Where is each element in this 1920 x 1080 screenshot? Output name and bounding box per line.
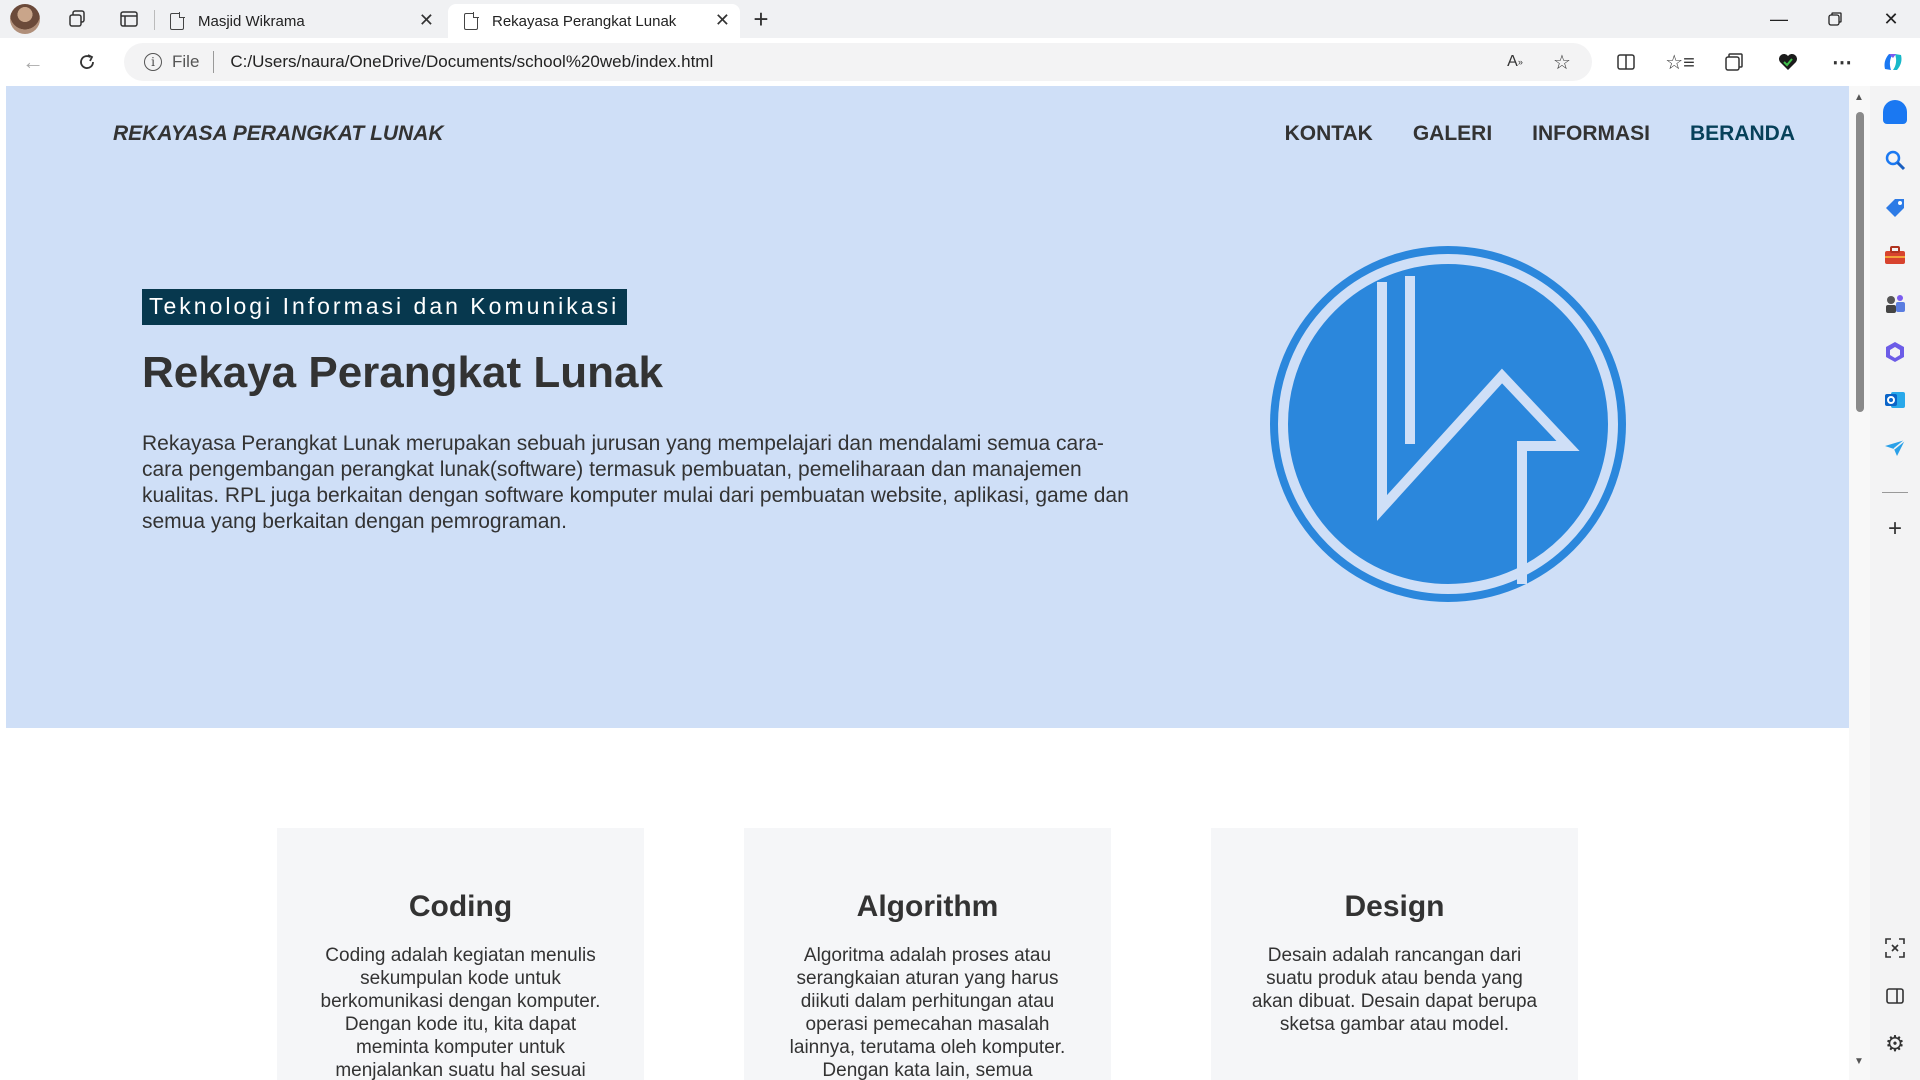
card-title: Algorithm <box>856 890 999 923</box>
site-brand[interactable]: REKAYASA PERANGKAT LUNAK <box>113 122 444 146</box>
add-icon[interactable]: + <box>1883 517 1907 542</box>
hero-tag: Teknologi Informasi dan Komunikasi <box>142 289 628 325</box>
games-icon[interactable] <box>1883 292 1907 316</box>
tab-rekayasa-perangkat-lunak[interactable]: Rekayasa Perangkat Lunak ✕ <box>448 4 740 38</box>
browser-essentials-icon[interactable] <box>1771 46 1805 78</box>
refresh-icon[interactable] <box>70 46 104 78</box>
card-coding: Coding Coding adalah kegiatan menulis se… <box>277 828 644 1080</box>
card-design: Design Desain adalah rancangan dari suat… <box>1211 828 1578 1080</box>
scroll-thumb[interactable] <box>1856 112 1864 412</box>
nav-link-beranda[interactable]: BERANDA <box>1690 122 1795 146</box>
favorite-star-icon[interactable]: ☆ <box>1545 46 1579 78</box>
rpl-logo-icon <box>1270 246 1626 602</box>
search-icon[interactable] <box>1883 148 1907 172</box>
more-icon[interactable]: ⋯ <box>1825 46 1859 78</box>
workspaces-icon[interactable] <box>58 0 96 38</box>
scroll-down-icon[interactable]: ▼ <box>1854 1056 1864 1067</box>
back-arrow-icon[interactable]: ← <box>16 46 50 78</box>
card-algorithm: Algorithm Algoritma adalah proses atau s… <box>744 828 1111 1080</box>
browser-toolbar: ← i File C:/Users/naura/OneDrive/Documen… <box>0 38 1920 86</box>
split-screen-icon[interactable] <box>1609 46 1643 78</box>
hero-section: REKAYASA PERANGKAT LUNAK KONTAK GALERI I… <box>6 86 1849 728</box>
address-bar[interactable]: i File C:/Users/naura/OneDrive/Documents… <box>124 43 1592 81</box>
tab-masjid-wikrama[interactable]: Masjid Wikrama ✕ <box>154 4 444 38</box>
read-aloud-icon[interactable]: A» <box>1498 46 1532 78</box>
minimize-icon[interactable]: — <box>1752 0 1806 38</box>
close-tab-icon[interactable]: ✕ <box>715 10 730 31</box>
tab-title: Masjid Wikrama <box>198 12 305 30</box>
tab-title: Rekayasa Perangkat Lunak <box>492 12 677 30</box>
url-text[interactable]: C:/Users/naura/OneDrive/Documents/school… <box>230 52 713 72</box>
drop-send-icon[interactable] <box>1883 436 1907 460</box>
card-text: Coding adalah kegiatan menulis sekumpula… <box>320 945 601 1080</box>
edge-sidebar: + ⚙ <box>1870 86 1920 1080</box>
page-scrollbar[interactable]: ▲ ▼ <box>1849 86 1870 1080</box>
sidebar-toggle-icon[interactable] <box>1883 984 1907 1008</box>
notifications-bell-icon[interactable] <box>1883 100 1907 124</box>
favorites-icon[interactable]: ☆≡ <box>1663 46 1697 78</box>
page-icon <box>170 11 185 30</box>
hero-title: Rekaya Perangkat Lunak <box>142 348 663 397</box>
close-window-icon[interactable]: ✕ <box>1864 0 1918 38</box>
tab-bar: Masjid Wikrama ✕ Rekayasa Perangkat Luna… <box>0 0 1920 38</box>
shopping-tag-icon[interactable] <box>1883 196 1907 220</box>
settings-gear-icon[interactable]: ⚙ <box>1883 1032 1907 1056</box>
card-text: Desain adalah rancangan dari suatu produ… <box>1251 945 1538 1035</box>
screenshot-icon[interactable] <box>1883 936 1907 960</box>
scheme-label: File <box>172 52 200 71</box>
close-tab-icon[interactable]: ✕ <box>419 10 434 31</box>
site-nav: KONTAK GALERI INFORMASI BERANDA <box>1285 122 1795 146</box>
hero-description: Rekayasa Perangkat Lunak merupakan sebua… <box>142 432 1129 533</box>
microsoft-365-icon[interactable] <box>1883 340 1907 364</box>
card-title: Coding <box>408 890 513 923</box>
new-tab-button[interactable]: + <box>744 0 778 38</box>
info-icon[interactable]: i <box>144 53 162 71</box>
restore-icon[interactable] <box>1808 0 1862 38</box>
scroll-up-icon[interactable]: ▲ <box>1854 92 1864 103</box>
card-text: Algoritma adalah proses atau serangkaian… <box>789 945 1066 1080</box>
collections-icon[interactable] <box>1717 46 1751 78</box>
profile-avatar[interactable] <box>10 4 40 34</box>
card-title: Design <box>1344 890 1445 923</box>
tab-actions-icon[interactable] <box>110 0 148 38</box>
nav-link-informasi[interactable]: INFORMASI <box>1532 122 1650 146</box>
nav-link-galeri[interactable]: GALERI <box>1413 122 1492 146</box>
tools-briefcase-icon[interactable] <box>1883 244 1907 268</box>
copilot-icon[interactable] <box>1876 46 1910 78</box>
page-viewport: REKAYASA PERANGKAT LUNAK KONTAK GALERI I… <box>6 86 1849 1080</box>
page-icon <box>464 11 479 30</box>
nav-link-kontak[interactable]: KONTAK <box>1285 122 1373 146</box>
outlook-icon[interactable] <box>1883 388 1907 412</box>
